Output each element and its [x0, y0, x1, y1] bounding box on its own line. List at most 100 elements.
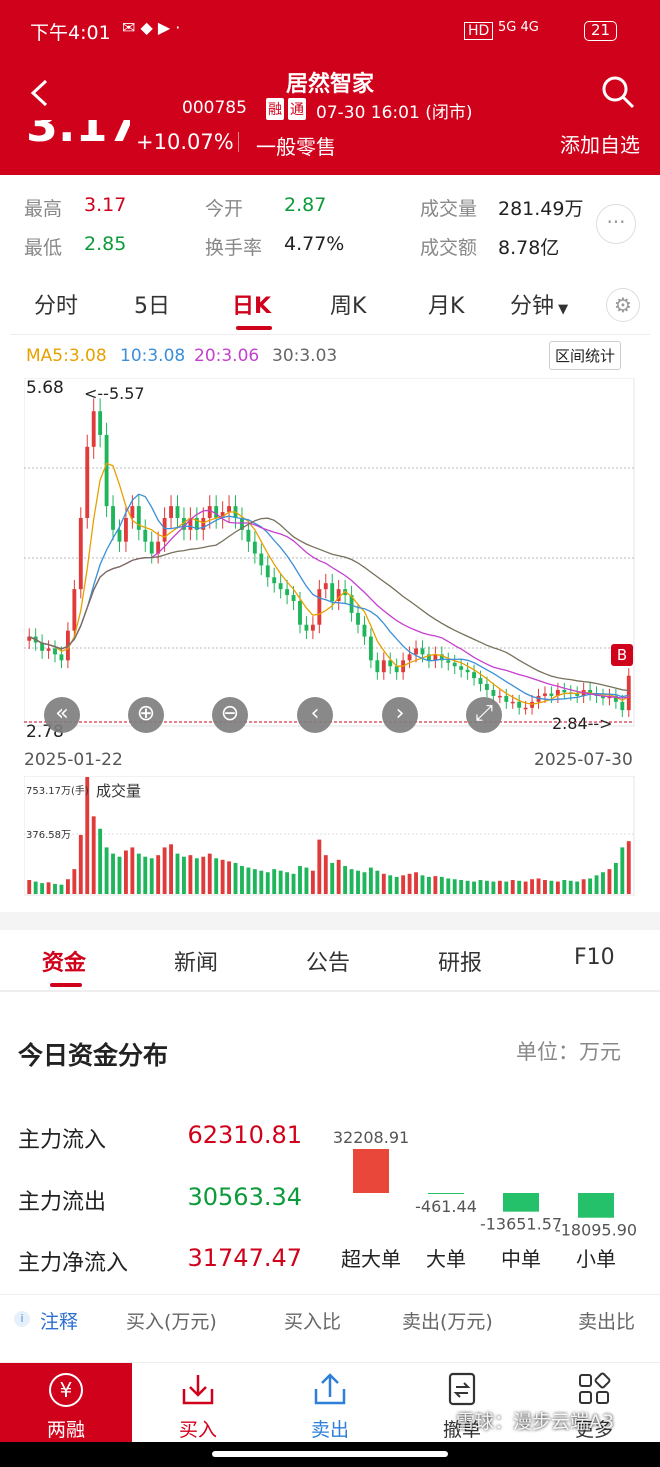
candle — [562, 689, 567, 693]
volume-bar — [65, 879, 70, 894]
volume-bar — [465, 880, 470, 894]
gear-icon[interactable]: ⚙ — [606, 288, 640, 322]
candle — [98, 411, 103, 435]
tab-weekly-k[interactable]: 周K — [330, 288, 366, 320]
candle — [485, 684, 489, 690]
volume-bar — [555, 881, 560, 894]
scroll-left-fast-icon[interactable]: « — [44, 697, 80, 733]
open-value: 2.87 — [284, 194, 327, 216]
candle — [368, 636, 373, 661]
volume-bar — [240, 866, 244, 894]
candle — [104, 434, 109, 507]
high-value: 3.17 — [84, 194, 127, 216]
candle — [465, 669, 470, 673]
home-indicator[interactable] — [212, 1451, 448, 1457]
candle — [510, 701, 515, 704]
candle — [446, 660, 451, 663]
candle — [543, 693, 547, 696]
y-max-label: 5.68 — [26, 378, 64, 398]
buy-marker[interactable]: B — [611, 644, 633, 666]
volume-bar — [272, 869, 277, 894]
more-grid-icon — [528, 1371, 660, 1407]
tab-f10[interactable]: F10 — [574, 945, 615, 970]
volume-bar — [162, 847, 167, 894]
volume-bar — [568, 880, 573, 894]
tab-monthly-k[interactable]: 月K — [428, 288, 464, 320]
tab-intraday[interactable]: 分时 — [34, 288, 78, 320]
fund-bar-value: -18095.90 — [555, 1221, 637, 1240]
candle — [111, 506, 115, 530]
volume-bar — [53, 883, 57, 894]
tab-5day[interactable]: 5日 — [134, 288, 170, 320]
cancel-order-icon — [396, 1371, 528, 1407]
volume-bar — [201, 856, 206, 894]
fund-bar-label: 中单 — [501, 1247, 541, 1271]
candle — [169, 506, 173, 518]
volume-bar — [588, 878, 593, 894]
scroll-left-icon[interactable]: ‹ — [297, 697, 333, 733]
tab-research[interactable]: 研报 — [438, 945, 482, 977]
volume-bar — [323, 855, 328, 894]
more-stats-button[interactable]: ··· — [596, 204, 636, 244]
candle — [46, 648, 51, 651]
stock-code: 000785 — [182, 98, 247, 118]
volume-bar — [46, 882, 51, 894]
sell-label: 卖出 — [310, 1419, 349, 1441]
note-link[interactable]: 注释 — [40, 1307, 78, 1334]
kline-chart[interactable] — [24, 378, 636, 728]
volume-bar — [143, 856, 148, 894]
volume-bar — [207, 853, 212, 894]
volume-bar — [426, 876, 431, 894]
volume-bar — [117, 856, 122, 894]
fund-bar-value: 32208.91 — [333, 1128, 409, 1147]
margin-trade-button[interactable]: ¥ 两融 — [0, 1363, 132, 1443]
tab-news[interactable]: 新闻 — [174, 945, 218, 977]
connect-tag: 通 — [288, 98, 306, 120]
industry[interactable]: 一般零售 — [256, 131, 336, 160]
candle — [407, 654, 412, 661]
volume-bar — [581, 879, 586, 894]
sell-button[interactable]: 卖出 — [264, 1363, 396, 1443]
tab-announcement[interactable]: 公告 — [306, 945, 350, 977]
volume-bar — [265, 872, 270, 894]
volume-bar — [40, 883, 45, 894]
candle — [517, 701, 522, 708]
candle — [227, 506, 232, 513]
tab-minute[interactable]: 分钟 ▼ — [510, 288, 568, 320]
ma20-label: 20:3.06 — [194, 346, 260, 366]
candle — [123, 517, 128, 542]
volume-bar — [562, 880, 567, 894]
volume-bar — [246, 867, 251, 894]
buy-label: 买入 — [178, 1419, 217, 1441]
candle — [362, 624, 367, 637]
volume-bar — [613, 862, 618, 894]
inflow-label: 主力流入 — [18, 1128, 107, 1153]
volume-bar — [317, 839, 322, 894]
fund-bar-label: 超大单 — [341, 1247, 401, 1271]
fullscreen-icon[interactable]: ⤢ — [466, 697, 502, 733]
scroll-right-icon[interactable]: › — [382, 697, 418, 733]
add-watchlist-button[interactable]: 添加自选 — [560, 129, 640, 158]
buy-button[interactable]: 买入 — [132, 1363, 264, 1443]
tab-fund[interactable]: 资金 — [42, 945, 86, 977]
volume-bar — [220, 859, 225, 894]
zoom-out-icon[interactable]: ⊖ — [212, 697, 248, 733]
candle — [246, 529, 251, 542]
search-icon[interactable] — [600, 74, 636, 110]
volume-bar — [149, 858, 154, 894]
candle — [394, 666, 399, 673]
candle — [117, 529, 122, 542]
candle — [504, 695, 509, 702]
volume-bar — [504, 881, 509, 894]
zoom-in-icon[interactable]: ⊕ — [128, 697, 164, 733]
divider — [0, 990, 660, 992]
status-time: 下午4:01 — [30, 22, 111, 44]
tab-daily-k[interactable]: 日K — [232, 288, 271, 320]
chart-frame — [24, 378, 635, 727]
tab-minute-label: 分钟 — [510, 294, 555, 319]
interval-stats-button[interactable]: 区间统计 — [549, 341, 622, 370]
candle — [59, 654, 64, 661]
volume-bar — [298, 866, 302, 894]
candle — [375, 660, 380, 673]
candle — [420, 648, 425, 655]
